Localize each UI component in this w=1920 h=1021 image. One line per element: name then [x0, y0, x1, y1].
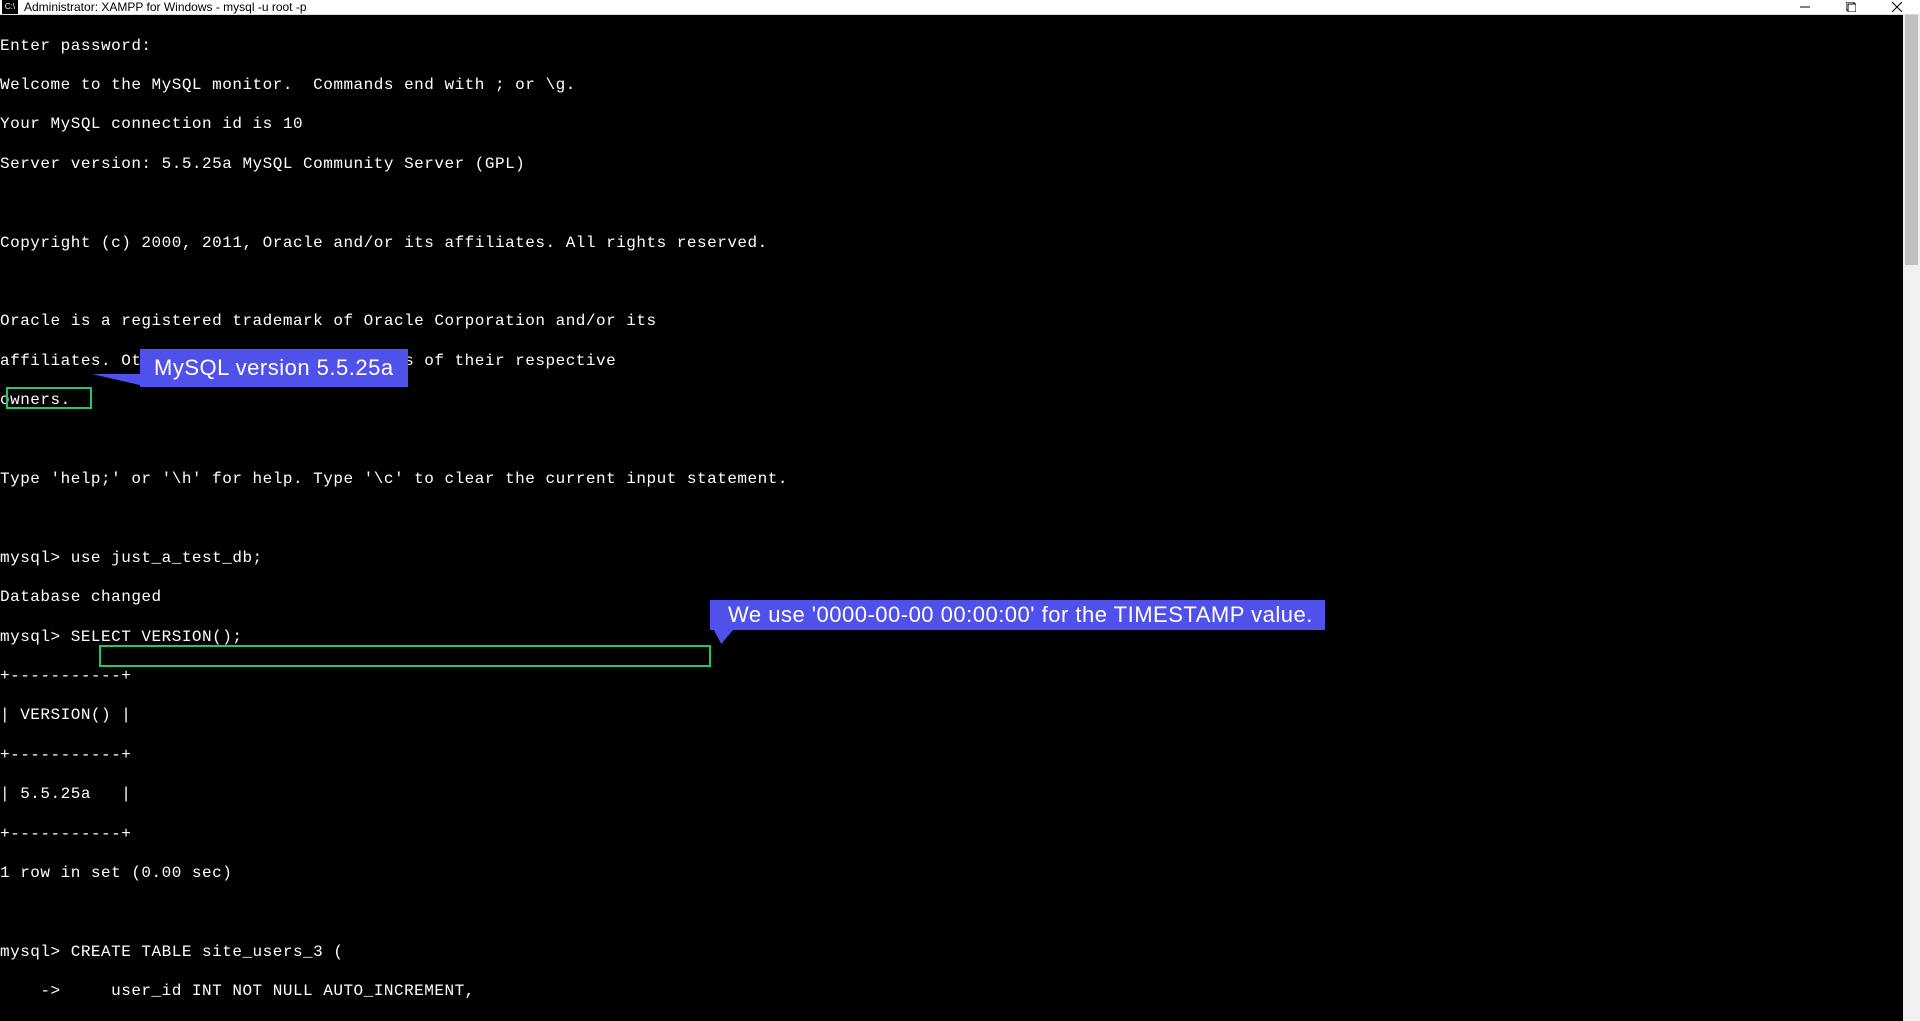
- titlebar[interactable]: C:\ Administrator: XAMPP for Windows - m…: [0, 0, 1920, 15]
- terminal-line: +-----------+: [0, 746, 1903, 766]
- terminal-area: Enter password: Welcome to the MySQL mon…: [0, 15, 1920, 1021]
- callout-version-text: MySQL version 5.5.25a: [154, 358, 394, 378]
- terminal-line: | 5.5.25a |: [0, 785, 1903, 805]
- terminal-line: [0, 273, 1903, 293]
- close-button[interactable]: [1874, 0, 1920, 14]
- callout-timestamp: We use '0000-00-00 00:00:00' for the TIM…: [710, 600, 1325, 630]
- maximize-icon: [1846, 2, 1856, 12]
- terminal-line: Copyright (c) 2000, 2011, Oracle and/or …: [0, 234, 1903, 254]
- terminal-line: mysql> CREATE TABLE site_users_3 (: [0, 943, 1903, 963]
- cmd-icon: C:\: [2, 0, 18, 14]
- scrollbar-thumb[interactable]: [1905, 15, 1918, 265]
- titlebar-left: C:\ Administrator: XAMPP for Windows - m…: [0, 0, 307, 14]
- window-controls: [1782, 0, 1920, 14]
- callout-timestamp-text: We use '0000-00-00 00:00:00' for the TIM…: [728, 605, 1313, 625]
- terminal-line: Your MySQL connection id is 10: [0, 115, 1903, 135]
- maximize-button[interactable]: [1828, 0, 1874, 14]
- terminal-line: 1 row in set (0.00 sec): [0, 864, 1903, 884]
- highlight-date-validated: [99, 645, 711, 667]
- app-window: C:\ Administrator: XAMPP for Windows - m…: [0, 0, 1920, 1021]
- terminal-line: Enter password:: [0, 37, 1903, 57]
- terminal-line: owners.: [0, 391, 1903, 411]
- terminal-line: [0, 194, 1903, 214]
- terminal-line: [0, 509, 1903, 529]
- callout-tail-icon: [92, 374, 144, 386]
- terminal-line: +-----------+: [0, 825, 1903, 845]
- minimize-button[interactable]: [1782, 0, 1828, 14]
- callout-version: MySQL version 5.5.25a: [140, 349, 408, 387]
- terminal-line: +-----------+: [0, 667, 1903, 687]
- terminal-line: Type 'help;' or '\h' for help. Type '\c'…: [0, 470, 1903, 490]
- terminal-line: [0, 903, 1903, 923]
- terminal-line: mysql> SELECT VERSION();: [0, 628, 1903, 648]
- terminal-line: | VERSION() |: [0, 706, 1903, 726]
- terminal[interactable]: Enter password: Welcome to the MySQL mon…: [0, 15, 1903, 1021]
- terminal-line: [0, 431, 1903, 451]
- terminal-line: Welcome to the MySQL monitor. Commands e…: [0, 76, 1903, 96]
- terminal-line: Server version: 5.5.25a MySQL Community …: [0, 155, 1903, 175]
- close-icon: [1892, 2, 1902, 12]
- terminal-line: -> user_id INT NOT NULL AUTO_INCREMENT,: [0, 982, 1903, 1002]
- minimize-icon: [1800, 2, 1810, 12]
- terminal-line: mysql> use just_a_test_db;: [0, 549, 1903, 569]
- window-title: Administrator: XAMPP for Windows - mysql…: [24, 0, 307, 14]
- terminal-line: Oracle is a registered trademark of Orac…: [0, 312, 1903, 332]
- vertical-scrollbar[interactable]: [1903, 15, 1920, 1021]
